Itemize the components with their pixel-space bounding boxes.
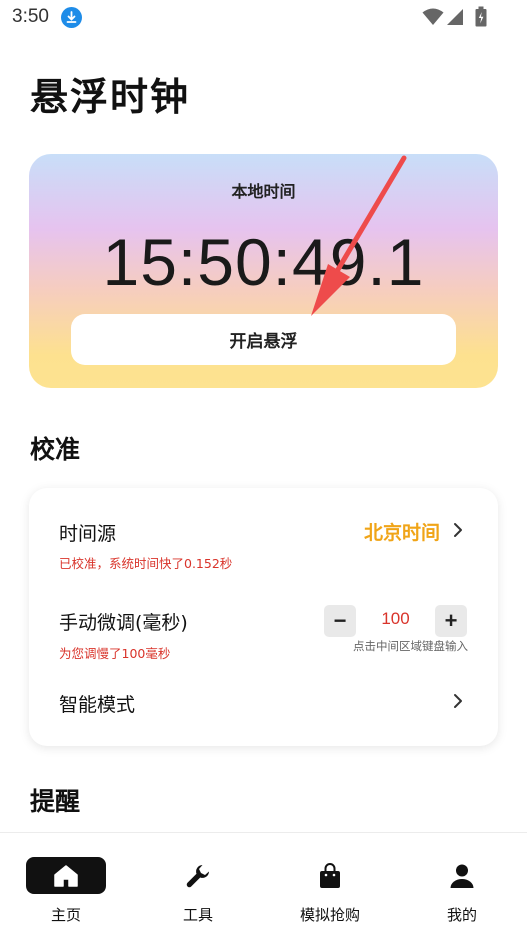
tab-mine[interactable]: 我的 (396, 833, 527, 935)
tab-tools-icon-wrap (158, 857, 238, 894)
section-title-reminder: 提醒 (30, 787, 81, 816)
wifi-icon (422, 8, 444, 25)
manual-adjust-note: 为您调慢了100毫秒 (59, 646, 171, 661)
manual-adjust-label: 手动微调(毫秒) (59, 612, 188, 634)
time-source-row[interactable]: 时间源 北京时间 已校准，系统时间快了0.152秒 (29, 488, 498, 583)
signal-icon (447, 9, 463, 25)
decrement-button[interactable]: − (324, 605, 356, 637)
manual-adjust-hint: 点击中间区域键盘输入 (353, 639, 468, 653)
battery-icon (475, 6, 487, 27)
tab-flash-sale-icon-wrap (290, 857, 370, 894)
user-icon (450, 864, 474, 888)
time-source-note: 已校准，系统时间快了0.152秒 (59, 556, 233, 571)
tab-flash-sale[interactable]: 模拟抢购 (264, 833, 396, 935)
tab-home-highlight (26, 857, 106, 894)
tab-home-label: 主页 (50, 906, 81, 924)
tab-flash-sale-label: 模拟抢购 (299, 906, 360, 924)
smart-mode-row[interactable]: 智能模式 (29, 673, 498, 733)
tab-tools-label: 工具 (182, 906, 213, 924)
tab-home[interactable]: 主页 (0, 833, 132, 935)
arrow-annotation (311, 155, 407, 316)
clock-label: 本地时间 (231, 182, 296, 201)
tab-tools[interactable]: 工具 (132, 833, 264, 935)
download-icon (61, 7, 82, 28)
page-title: 悬浮时钟 (30, 75, 191, 119)
tab-mine-label: 我的 (446, 906, 477, 924)
bottom-tab-bar: 主页 工具 模拟抢购 我的 (0, 832, 527, 935)
clock-card: 本地时间 15:50:49.1 开启悬浮 (29, 154, 498, 388)
status-bar: 3:50 (0, 0, 527, 34)
shopping-bag-icon (320, 862, 340, 888)
wrench-icon (186, 864, 209, 887)
status-time: 3:50 (12, 6, 49, 27)
tab-mine-icon-wrap (422, 857, 502, 894)
smart-mode-label: 智能模式 (59, 694, 136, 716)
chevron-right-icon (454, 694, 462, 708)
time-source-label: 时间源 (59, 523, 117, 545)
home-icon (54, 864, 78, 887)
calibration-card: 时间源 北京时间 已校准，系统时间快了0.152秒 手动微调(毫秒) 为您调慢了… (29, 488, 498, 746)
time-source-value: 北京时间 (363, 522, 440, 544)
chevron-right-icon (454, 523, 462, 537)
increment-button[interactable]: + (435, 605, 467, 637)
section-title-calibration: 校准 (30, 435, 81, 464)
clock-time: 15:50:49.1 (102, 225, 425, 299)
manual-adjust-value[interactable]: 100 (356, 609, 435, 629)
